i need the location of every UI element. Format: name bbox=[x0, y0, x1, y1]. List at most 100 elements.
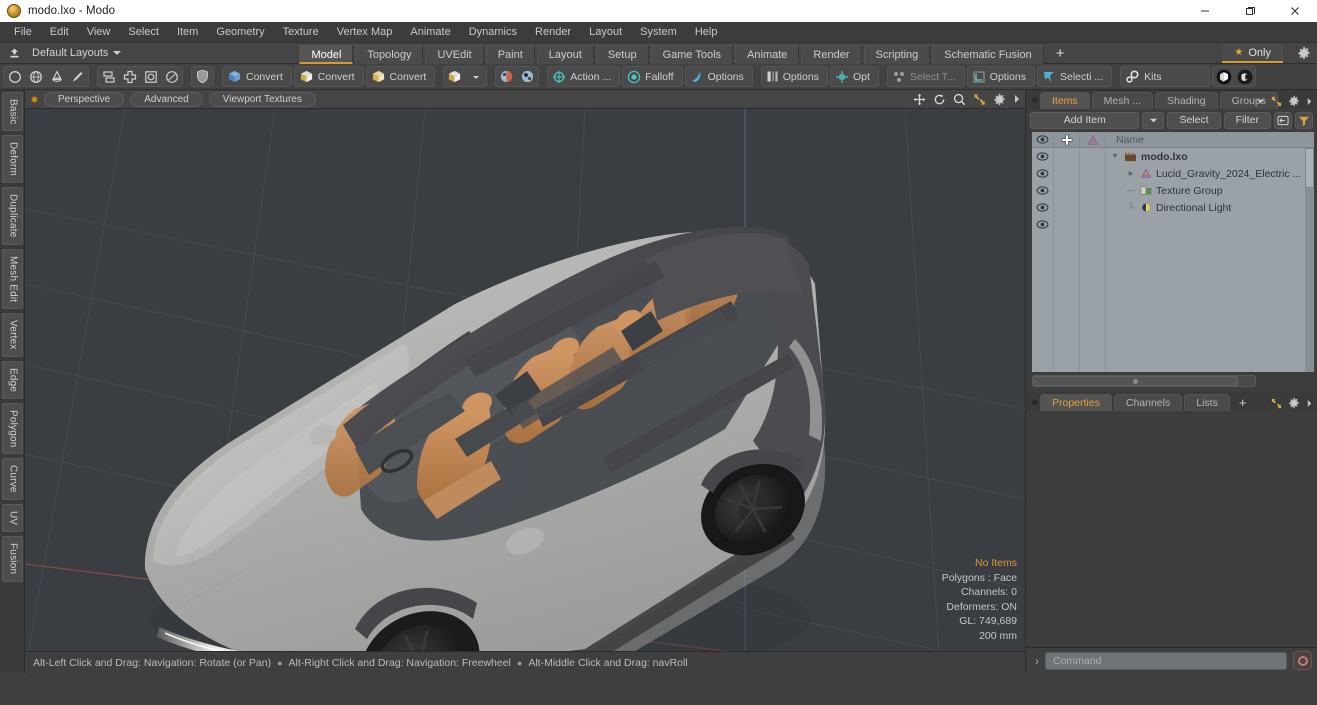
panel-grip-icon[interactable] bbox=[1030, 392, 1040, 411]
left-tab-edge[interactable]: Edge bbox=[1, 360, 23, 399]
pen-icon[interactable] bbox=[67, 67, 88, 86]
menu-vertex-map[interactable]: Vertex Map bbox=[328, 23, 402, 41]
default-layouts-dropdown[interactable]: Default Layouts bbox=[24, 47, 129, 59]
menu-layout[interactable]: Layout bbox=[580, 23, 631, 41]
chevron-down-icon[interactable] bbox=[465, 67, 486, 86]
menu-edit[interactable]: Edit bbox=[41, 23, 78, 41]
tool-options-button[interactable]: Options bbox=[684, 66, 753, 87]
layout-tab-topology[interactable]: Topology bbox=[355, 44, 424, 64]
layout-settings-gear-icon[interactable] bbox=[1297, 46, 1311, 60]
layout-tab-setup[interactable]: Setup bbox=[595, 44, 649, 64]
select-button[interactable]: Select bbox=[1167, 111, 1221, 129]
close-button[interactable] bbox=[1272, 0, 1317, 22]
selection-options-button[interactable]: Selecti ... bbox=[1036, 66, 1113, 87]
row-visibility-toggle[interactable] bbox=[1032, 165, 1053, 182]
chevron-down-icon[interactable] bbox=[1256, 97, 1265, 106]
record-icon[interactable] bbox=[1293, 651, 1312, 670]
panel-tab-items[interactable]: Items bbox=[1040, 92, 1090, 109]
row-visibility-toggle[interactable] bbox=[1032, 148, 1053, 165]
home-upload-icon[interactable] bbox=[4, 47, 24, 60]
menu-render[interactable]: Render bbox=[526, 23, 580, 41]
table-row[interactable]: ▼ modo.lxo bbox=[1106, 148, 1314, 165]
menu-item[interactable]: Item bbox=[168, 23, 207, 41]
chevron-right-icon[interactable] bbox=[1306, 399, 1313, 408]
snap-options-button[interactable]: Opt bbox=[829, 66, 879, 87]
layout-tab-animate[interactable]: Animate bbox=[735, 44, 800, 64]
layout-tab-game-tools[interactable]: Game Tools bbox=[650, 44, 734, 64]
arrow-left-box-icon[interactable] bbox=[1274, 111, 1292, 129]
expand-icon[interactable] bbox=[1271, 96, 1282, 107]
move-icon[interactable] bbox=[913, 93, 926, 106]
workplane-options-button[interactable]: Options bbox=[966, 66, 1035, 87]
panel-tab-mesh[interactable]: Mesh ... bbox=[1091, 92, 1154, 109]
menu-animate[interactable]: Animate bbox=[401, 23, 459, 41]
unity-icon[interactable] bbox=[1213, 67, 1234, 86]
unreal-icon[interactable] bbox=[1234, 67, 1255, 86]
zoom-icon[interactable] bbox=[953, 93, 966, 106]
layout-tab-layout[interactable]: Layout bbox=[536, 44, 594, 64]
left-tab-curve[interactable]: Curve bbox=[1, 458, 23, 501]
paint-ball-alt-icon[interactable] bbox=[517, 67, 538, 86]
left-tab-duplicate[interactable]: Duplicate bbox=[1, 187, 23, 245]
row-visibility-toggle[interactable] bbox=[1032, 199, 1053, 216]
scrollbar-track[interactable] bbox=[1032, 375, 1256, 387]
only-toggle-button[interactable]: ★ Only bbox=[1222, 44, 1283, 63]
cube-icon[interactable] bbox=[444, 67, 465, 86]
left-tab-basic[interactable]: Basic bbox=[1, 92, 23, 132]
twisty-closed-icon[interactable]: ▶ bbox=[1126, 170, 1136, 177]
menu-system[interactable]: System bbox=[631, 23, 686, 41]
convert-button-2[interactable]: Convert bbox=[293, 66, 364, 87]
menu-file[interactable]: File bbox=[5, 23, 41, 41]
layout-tab-paint[interactable]: Paint bbox=[485, 44, 535, 64]
row-visibility-toggle[interactable] bbox=[1032, 216, 1053, 233]
gear-icon[interactable] bbox=[1288, 397, 1300, 409]
bars-options-button[interactable]: Options bbox=[760, 66, 828, 87]
minimize-button[interactable] bbox=[1182, 0, 1227, 22]
viewport-textures-dropdown[interactable]: Viewport Textures bbox=[208, 91, 316, 107]
menu-select[interactable]: Select bbox=[119, 23, 168, 41]
shield-icon[interactable] bbox=[192, 67, 213, 86]
kits-button[interactable]: Kits bbox=[1120, 66, 1211, 87]
action-center-button[interactable]: Action ... bbox=[547, 66, 621, 87]
left-tab-mesh-edit[interactable]: Mesh Edit bbox=[1, 248, 23, 310]
menu-help[interactable]: Help bbox=[686, 23, 727, 41]
sphere-icon[interactable] bbox=[25, 67, 46, 86]
scrollbar-thumb[interactable] bbox=[1305, 148, 1314, 188]
circle-icon[interactable] bbox=[4, 67, 25, 86]
layout-tab-model[interactable]: Model bbox=[299, 44, 354, 64]
panel-tab-lists[interactable]: Lists bbox=[1184, 394, 1230, 411]
left-tab-polygon[interactable]: Polygon bbox=[1, 402, 23, 455]
cone-icon[interactable] bbox=[46, 67, 67, 86]
items-tree-vertical-scrollbar[interactable] bbox=[1305, 148, 1314, 372]
command-input[interactable] bbox=[1045, 651, 1287, 670]
viewport-perspective-dropdown[interactable]: Perspective bbox=[44, 91, 125, 107]
add-layout-tab-button[interactable]: + bbox=[1046, 45, 1075, 64]
panel-grip-icon[interactable] bbox=[1030, 90, 1040, 109]
add-item-button[interactable]: Add Item bbox=[1030, 111, 1140, 129]
add-panel-tab-button[interactable]: + bbox=[1232, 394, 1254, 411]
viewport-shading-dropdown[interactable]: Advanced bbox=[130, 91, 203, 107]
ellipse-icon[interactable] bbox=[161, 67, 182, 86]
twisty-open-icon[interactable]: ▼ bbox=[1110, 153, 1120, 160]
row-visibility-toggle[interactable] bbox=[1032, 182, 1053, 199]
filter-button[interactable]: Filter bbox=[1223, 111, 1271, 129]
menu-dynamics[interactable]: Dynamics bbox=[460, 23, 526, 41]
expand-icon[interactable] bbox=[1271, 398, 1282, 409]
panel-tab-channels[interactable]: Channels bbox=[1113, 394, 1183, 411]
layout-tab-scripting[interactable]: Scripting bbox=[863, 44, 931, 64]
paint-ball-icon[interactable] bbox=[496, 67, 517, 86]
layout-tab-render[interactable]: Render bbox=[801, 44, 862, 64]
items-tree[interactable]: Name ▼ modo.lxo ▶ Lucid_Gravity_2024_Ele… bbox=[1032, 132, 1314, 372]
rotate-icon[interactable] bbox=[933, 93, 946, 106]
convert-button-3[interactable]: Convert bbox=[365, 66, 436, 87]
select-through-button[interactable]: Select T... bbox=[886, 66, 965, 87]
left-tab-vertex[interactable]: Vertex bbox=[1, 313, 23, 357]
fit-icon[interactable] bbox=[973, 93, 986, 106]
gear-icon[interactable] bbox=[1288, 95, 1300, 107]
menu-view[interactable]: View bbox=[78, 23, 120, 41]
menu-geometry[interactable]: Geometry bbox=[207, 23, 273, 41]
cross-icon[interactable] bbox=[119, 67, 140, 86]
layout-tab-uvedit[interactable]: UVEdit bbox=[425, 44, 484, 64]
left-tab-uv[interactable]: UV bbox=[1, 504, 23, 533]
square-target-icon[interactable] bbox=[140, 67, 161, 86]
